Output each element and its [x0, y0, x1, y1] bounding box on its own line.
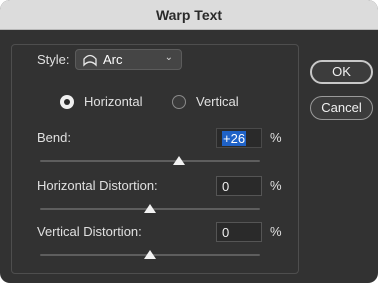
vertical-label[interactable]: Vertical — [196, 94, 239, 109]
bend-unit: % — [270, 130, 282, 145]
style-label: Style: — [37, 52, 70, 67]
chevron-down-icon: ⌄ — [164, 52, 173, 63]
vertical-distortion-slider-thumb[interactable] — [144, 250, 156, 259]
cancel-button[interactable]: Cancel — [310, 96, 373, 120]
bend-label: Bend: — [37, 130, 71, 145]
style-value: Arc — [103, 52, 123, 67]
horizontal-distortion-label: Horizontal Distortion: — [37, 178, 158, 193]
bend-value: +26 — [222, 131, 247, 146]
bend-slider-track[interactable] — [40, 160, 260, 162]
vertical-distortion-label: Vertical Distortion: — [37, 224, 142, 239]
horizontal-distortion-slider-thumb[interactable] — [144, 204, 156, 213]
style-dropdown[interactable]: Arc ⌄ — [75, 49, 182, 70]
bend-input[interactable]: +26 — [216, 128, 262, 148]
title-bar: Warp Text — [0, 0, 378, 30]
dialog-title: Warp Text — [155, 7, 223, 23]
ok-button[interactable]: OK — [310, 60, 373, 84]
horizontal-distortion-value: 0 — [222, 179, 230, 194]
vertical-distortion-input[interactable]: 0 — [216, 222, 262, 242]
bend-slider-thumb[interactable] — [173, 156, 185, 165]
horizontal-radio[interactable] — [60, 95, 74, 109]
warp-text-dialog: Warp Text Style: Arc ⌄ Horizontal Vertic… — [0, 0, 378, 283]
horizontal-label[interactable]: Horizontal — [84, 94, 143, 109]
vertical-distortion-value: 0 — [222, 225, 230, 240]
vertical-radio[interactable] — [172, 95, 186, 109]
vertical-distortion-unit: % — [270, 224, 282, 239]
horizontal-distortion-unit: % — [270, 178, 282, 193]
horizontal-distortion-input[interactable]: 0 — [216, 176, 262, 196]
arc-icon — [82, 53, 98, 70]
